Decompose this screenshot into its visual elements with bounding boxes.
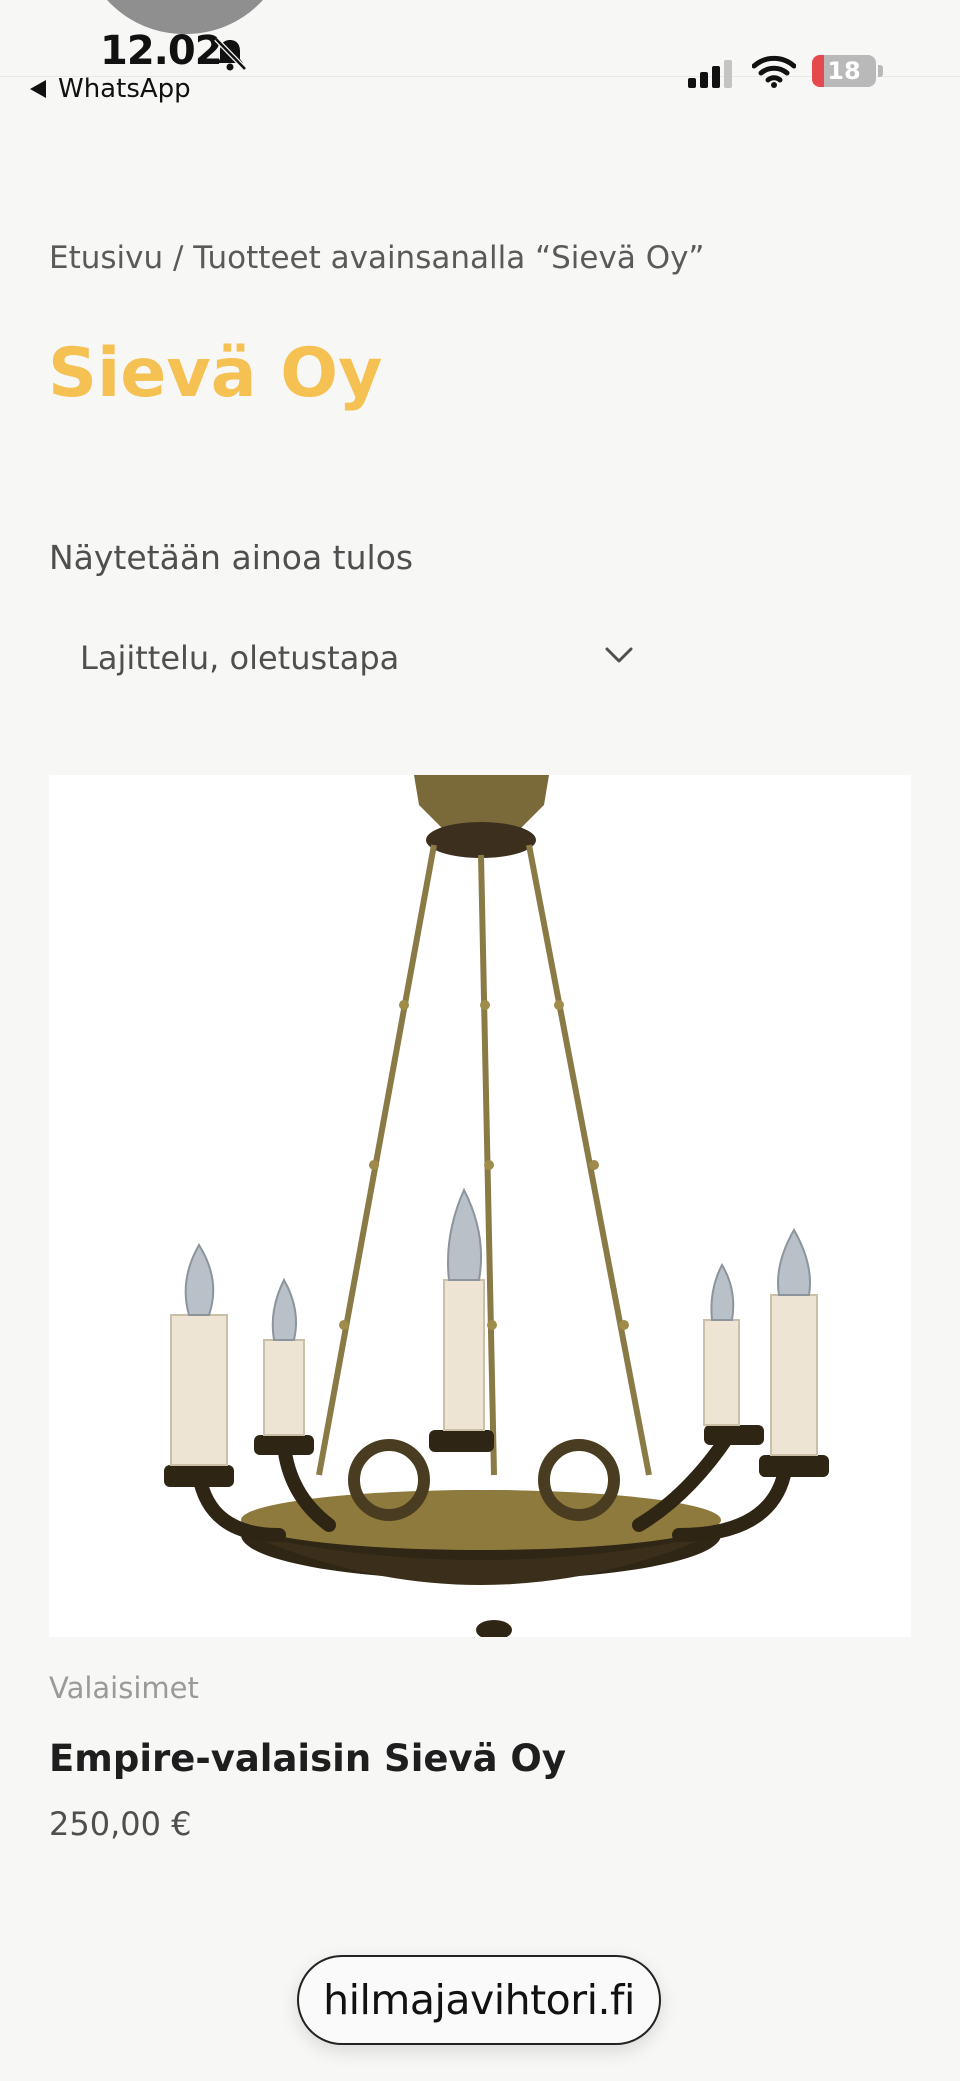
status-time: 12.02 — [100, 28, 223, 74]
product-card[interactable]: Valaisimet Empire-valaisin Sievä Oy 250,… — [49, 775, 911, 1865]
wifi-icon — [752, 55, 796, 88]
url-text: hilmajavihtori.fi — [323, 1976, 635, 2024]
page-title: Sievä Oy — [48, 334, 383, 413]
product-category[interactable]: Valaisimet — [49, 1671, 199, 1705]
battery-tip — [878, 65, 883, 77]
sort-selected-value: Lajittelu, oletustapa — [80, 639, 400, 677]
breadcrumb[interactable]: Etusivu / Tuotteet avainsanalla “Sievä O… — [49, 240, 705, 276]
battery-level: 18 — [827, 57, 861, 85]
bell-slash-icon — [214, 37, 247, 71]
chandelier-image — [164, 775, 829, 1637]
battery-icon: 18 — [812, 55, 876, 87]
chevron-down-icon — [605, 647, 633, 663]
back-app-label: WhatsApp — [58, 74, 191, 104]
sort-dropdown[interactable]: Lajittelu, oletustapa — [49, 618, 649, 698]
product-price: 250,00 € — [49, 1805, 192, 1843]
signal-icon — [688, 60, 732, 88]
product-name[interactable]: Empire-valaisin Sievä Oy — [49, 1737, 566, 1780]
address-bar[interactable]: hilmajavihtori.fi — [297, 1955, 661, 2045]
back-arrow-icon — [30, 80, 46, 98]
product-image[interactable] — [49, 775, 911, 1637]
back-to-app-link[interactable]: WhatsApp — [30, 74, 191, 104]
status-bar: 12.02 WhatsApp 18 — [0, 0, 960, 104]
result-count: Näytetään ainoa tulos — [49, 538, 414, 577]
